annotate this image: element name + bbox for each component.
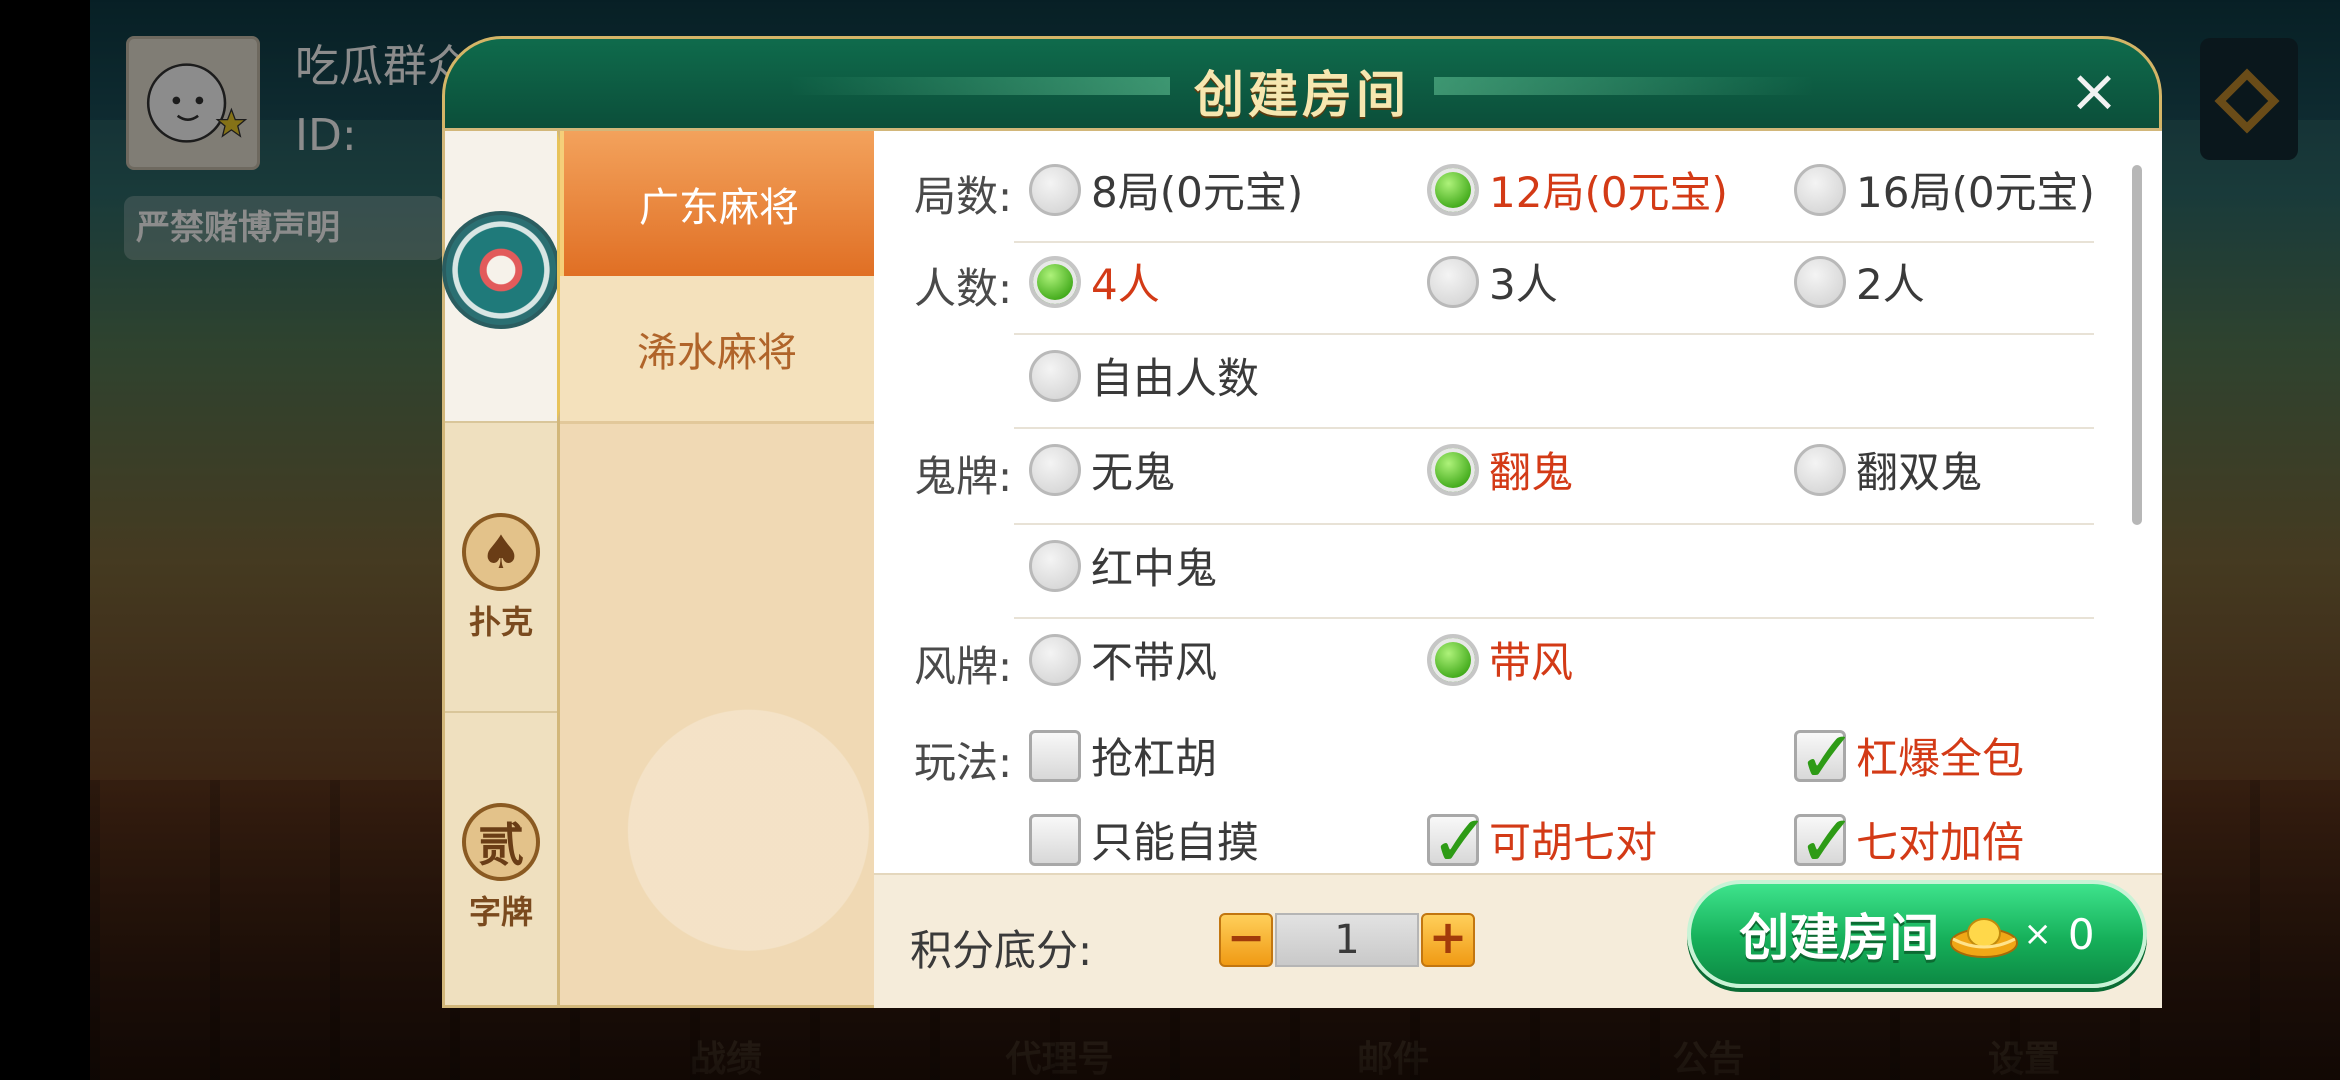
rounds-option-16[interactable]: 16局(0元宝) (1794, 159, 2095, 220)
checkbox-on-icon (1794, 799, 1857, 873)
radio-on-icon (1427, 443, 1479, 496)
dialog-body: ♠ 扑克 贰 字牌 广东麻将 浠水麻将 局数: 8局(0元宝) 12局(0元宝) (442, 128, 2162, 1008)
divider (1014, 617, 2094, 619)
divider (1014, 241, 2094, 243)
category-poker-label: 扑克 (468, 603, 533, 641)
rule-qidui-double[interactable]: 七对加倍 (1794, 799, 2025, 873)
option-label: 带风 (1489, 638, 1574, 687)
create-room-dialog: 创建房间 × ♠ 扑克 贰 字牌 广东麻将 浠水麻将 局数: 8局(0元宝) 1… (442, 36, 2162, 1008)
ghost-option-flip[interactable]: 翻鬼 (1427, 439, 1573, 500)
category-poker[interactable]: ♠ 扑克 (445, 421, 557, 713)
option-label: 杠爆全包 (1856, 734, 2025, 783)
radio-off-icon (1794, 443, 1846, 496)
score-value: 1 (1275, 913, 1419, 967)
create-room-button[interactable]: 创建房间 × 0 (1687, 880, 2147, 988)
option-label: 12局(0元宝) (1489, 168, 1728, 217)
rule-zimo-only[interactable]: 只能自摸 (1029, 809, 1259, 870)
score-decrease-button[interactable]: − (1219, 913, 1273, 967)
score-label: 积分底分: (910, 926, 1093, 975)
players-option-free[interactable]: 自由人数 (1029, 345, 1259, 406)
rounds-option-12[interactable]: 12局(0元宝) (1427, 159, 1728, 220)
checkbox-on-icon (1794, 715, 1857, 799)
game-lobby-background: 吃瓜群众 ID: 严禁赌博声明 战绩 代理号 邮件 公告 设置 创建房间 × ♠… (90, 0, 2340, 1080)
wind-option-with[interactable]: 带风 (1427, 629, 1573, 690)
option-label: 2人 (1856, 260, 1925, 309)
rounds-option-8[interactable]: 8局(0元宝) (1029, 159, 1303, 220)
radio-on-icon (1427, 163, 1479, 216)
gold-ingot-icon (1949, 909, 2019, 959)
dialog-title-bar: 创建房间 × (442, 36, 2162, 141)
divider (1014, 523, 2094, 525)
rule-gangbaoquanbao[interactable]: 杠爆全包 (1794, 715, 2025, 799)
options-scrollbar[interactable] (2132, 165, 2142, 525)
dialog-title: 创建房间 (1194, 66, 1410, 124)
players-option-2[interactable]: 2人 (1794, 251, 1925, 312)
category-mahjong[interactable] (442, 131, 597, 421)
rule-qiangganghu[interactable]: 抢杠胡 (1029, 725, 1217, 786)
ghost-option-double[interactable]: 翻双鬼 (1794, 439, 1982, 500)
radio-off-icon (1794, 163, 1846, 216)
ghost-option-hongzhong[interactable]: 红中鬼 (1029, 535, 1217, 596)
score-increase-button[interactable]: + (1421, 913, 1475, 967)
option-label: 抢杠胡 (1091, 734, 1218, 783)
option-label: 3人 (1489, 260, 1558, 309)
category-zipai[interactable]: 贰 字牌 (445, 711, 557, 1013)
option-label: 16局(0元宝) (1856, 168, 2095, 217)
radio-off-icon (1029, 539, 1081, 592)
game-tab-xishui[interactable]: 浠水麻将 (560, 276, 874, 424)
radio-on-icon (1029, 255, 1081, 308)
close-button[interactable]: × (2064, 61, 2124, 121)
wind-label: 风牌: (914, 642, 1013, 691)
room-cost: 0 (2067, 909, 2095, 959)
divider (1014, 427, 2094, 429)
option-label: 无鬼 (1091, 448, 1176, 497)
ghost-label: 鬼牌: (914, 452, 1013, 501)
category-rail: ♠ 扑克 贰 字牌 (442, 128, 597, 1008)
players-label: 人数: (914, 264, 1013, 313)
dialog-footer: 积分底分: − 1 + 创建房间 × 0 (874, 873, 2162, 1008)
game-list: 广东麻将 浠水麻将 (560, 128, 874, 1008)
radio-off-icon (1029, 349, 1081, 402)
radio-off-icon (1794, 255, 1846, 308)
mahjong-emblem-icon (442, 211, 560, 329)
options-panel: 局数: 8局(0元宝) 12局(0元宝) 16局(0元宝) 人数: 4人 3人 … (874, 128, 2162, 873)
category-zipai-label: 字牌 (468, 893, 533, 931)
option-label: 七对加倍 (1856, 818, 2025, 867)
option-label: 4人 (1091, 260, 1160, 309)
radio-off-icon (1029, 443, 1081, 496)
divider (1014, 333, 2094, 335)
score-stepper: − 1 + (1219, 913, 1475, 967)
zipai-icon: 贰 (462, 803, 540, 881)
checkbox-on-icon (1427, 799, 1490, 873)
players-option-3[interactable]: 3人 (1427, 251, 1558, 312)
radio-off-icon (1029, 633, 1081, 686)
option-label: 不带风 (1091, 638, 1218, 687)
option-label: 自由人数 (1091, 354, 1260, 403)
multiply-sign: × (2023, 914, 2052, 954)
create-room-label: 创建房间 (1739, 909, 1940, 967)
option-label: 只能自摸 (1091, 818, 1260, 867)
spade-icon: ♠ (462, 513, 540, 591)
game-tab-guangdong[interactable]: 广东麻将 (560, 131, 874, 276)
option-label: 8局(0元宝) (1091, 168, 1304, 217)
rule-qidui[interactable]: 可胡七对 (1427, 799, 1658, 873)
radio-off-icon (1029, 163, 1081, 216)
rules-label: 玩法: (914, 738, 1013, 787)
wind-option-none[interactable]: 不带风 (1029, 629, 1217, 690)
checkbox-off-icon (1029, 813, 1081, 866)
radio-on-icon (1427, 633, 1479, 686)
option-label: 可胡七对 (1489, 818, 1658, 867)
option-label: 红中鬼 (1091, 544, 1218, 593)
checkbox-off-icon (1029, 729, 1081, 782)
option-label: 翻鬼 (1489, 448, 1574, 497)
ghost-option-none[interactable]: 无鬼 (1029, 439, 1175, 500)
players-option-4[interactable]: 4人 (1029, 251, 1160, 312)
radio-off-icon (1427, 255, 1479, 308)
rounds-label: 局数: (914, 172, 1013, 221)
option-label: 翻双鬼 (1856, 448, 1983, 497)
